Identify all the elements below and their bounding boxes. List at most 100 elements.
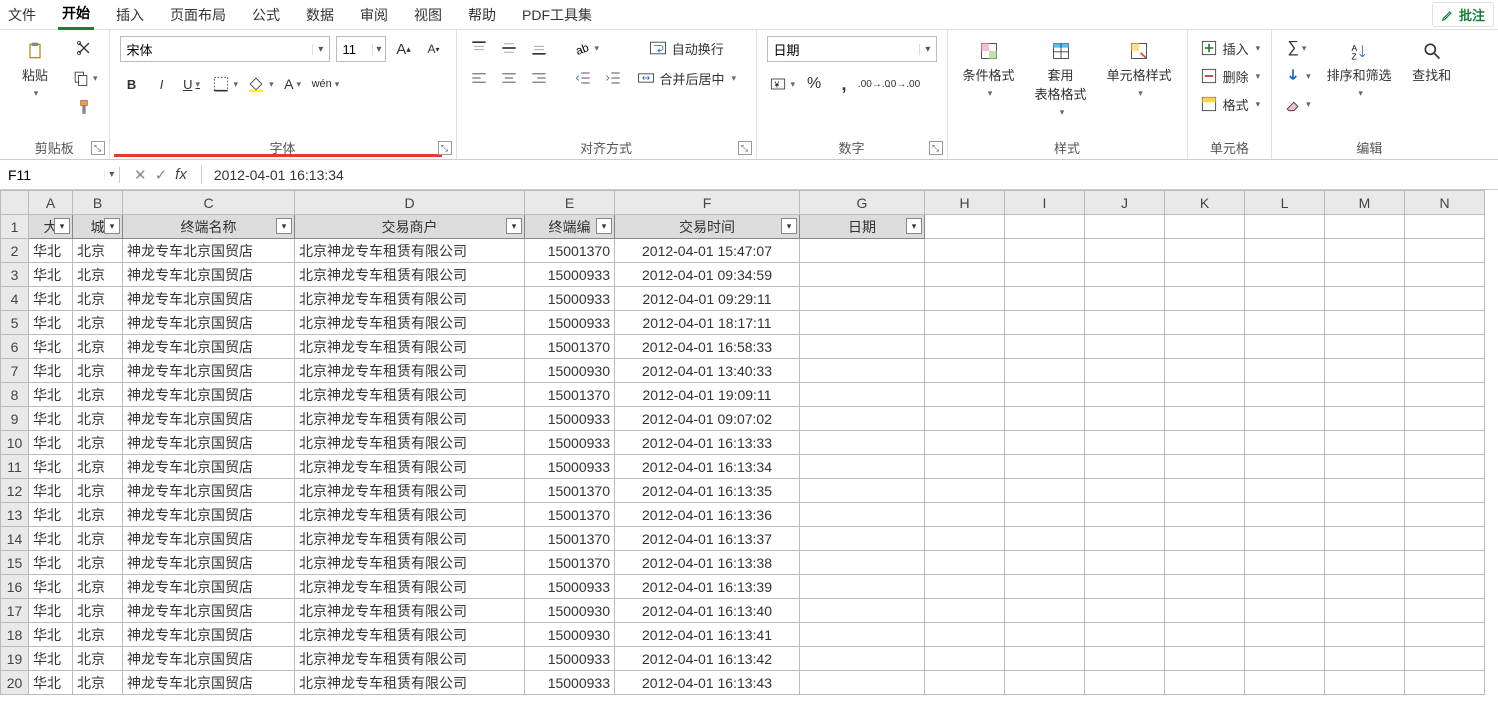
cell[interactable]: 15000933 [525,263,615,287]
cell[interactable]: 华北 [29,263,73,287]
cell[interactable]: 华北 [29,479,73,503]
cell[interactable]: 神龙专车北京国贸店 [123,335,295,359]
cell[interactable] [1325,551,1405,575]
cell[interactable] [1245,455,1325,479]
cell[interactable]: 2012-04-01 16:13:43 [615,671,800,695]
cell[interactable]: 15000933 [525,311,615,335]
cell[interactable]: 北京 [73,383,123,407]
cell[interactable]: 北京神龙专车租赁有限公司 [295,383,525,407]
cell[interactable]: 北京神龙专车租赁有限公司 [295,407,525,431]
col-header-I[interactable]: I [1005,191,1085,215]
cell[interactable]: 2012-04-01 09:34:59 [615,263,800,287]
clipboard-launcher[interactable]: ⤡ [91,141,105,155]
cell[interactable] [925,671,1005,695]
spreadsheet-grid[interactable]: ABCDEFGHIJKLMN1大▾城▾终端名称▾交易商户▾终端编▾交易时间▾日期… [0,190,1498,722]
menu-pdf[interactable]: PDF工具集 [518,1,596,29]
cell[interactable]: 神龙专车北京国贸店 [123,623,295,647]
cell[interactable] [1005,479,1085,503]
cell[interactable] [1245,431,1325,455]
cell[interactable] [1005,407,1085,431]
cell[interactable] [925,551,1005,575]
autosum-button[interactable]: ∑ [1282,36,1312,60]
cell[interactable] [1245,671,1325,695]
cell[interactable]: 北京 [73,431,123,455]
cell[interactable]: 北京 [73,311,123,335]
cell[interactable] [1405,551,1485,575]
table-format-button[interactable]: 套用 表格格式 [1030,36,1092,123]
cell[interactable] [800,263,925,287]
cell[interactable] [800,575,925,599]
cell[interactable] [1085,647,1165,671]
cell[interactable]: 神龙专车北京国贸店 [123,311,295,335]
cell[interactable] [1245,623,1325,647]
increase-indent-button[interactable] [601,66,625,90]
cell[interactable] [1165,407,1245,431]
cell[interactable] [1085,407,1165,431]
cell[interactable]: 15000933 [525,671,615,695]
cell[interactable]: 神龙专车北京国贸店 [123,599,295,623]
cell[interactable] [1245,575,1325,599]
cell[interactable]: 华北 [29,575,73,599]
cell[interactable] [925,431,1005,455]
chevron-down-icon[interactable]: ▾ [919,44,935,55]
col-header-N[interactable]: N [1405,191,1485,215]
cell[interactable]: 华北 [29,383,73,407]
cell[interactable] [1165,287,1245,311]
cell[interactable]: 北京 [73,575,123,599]
cell[interactable]: 华北 [29,287,73,311]
cell[interactable]: 神龙专车北京国贸店 [123,455,295,479]
cell[interactable] [1325,575,1405,599]
cell[interactable] [1405,359,1485,383]
cell[interactable]: 华北 [29,551,73,575]
cell[interactable] [1245,311,1325,335]
cell[interactable] [925,479,1005,503]
cell[interactable] [1245,287,1325,311]
cell[interactable]: 北京神龙专车租赁有限公司 [295,623,525,647]
cell[interactable]: 华北 [29,407,73,431]
align-middle-button[interactable] [497,36,521,60]
row-header-12[interactable]: 12 [1,479,29,503]
font-color-button[interactable]: A [281,72,305,96]
cell[interactable] [1165,503,1245,527]
cell[interactable]: 15001370 [525,239,615,263]
cell[interactable]: 2012-04-01 16:13:37 [615,527,800,551]
cell[interactable]: 华北 [29,239,73,263]
cell[interactable] [1405,215,1485,239]
cell[interactable] [925,263,1005,287]
col-header-J[interactable]: J [1085,191,1165,215]
cell[interactable] [800,287,925,311]
cell[interactable] [1085,431,1165,455]
cell[interactable] [800,383,925,407]
cell[interactable]: 华北 [29,455,73,479]
cell[interactable] [925,599,1005,623]
cell[interactable] [1085,287,1165,311]
cell[interactable]: 15001370 [525,503,615,527]
insert-cells-button[interactable]: 插入 [1198,36,1262,60]
align-left-button[interactable] [467,66,491,90]
cell[interactable] [1085,623,1165,647]
cell[interactable] [1245,527,1325,551]
cell[interactable] [1325,263,1405,287]
row-header-16[interactable]: 16 [1,575,29,599]
cell[interactable] [1085,383,1165,407]
cell[interactable] [1165,263,1245,287]
filter-button[interactable]: ▾ [54,218,70,234]
cell[interactable]: 北京神龙专车租赁有限公司 [295,671,525,695]
align-bottom-button[interactable] [527,36,551,60]
row-header-20[interactable]: 20 [1,671,29,695]
cell[interactable] [1405,671,1485,695]
cell[interactable]: 华北 [29,311,73,335]
cell[interactable] [925,383,1005,407]
cell[interactable] [800,431,925,455]
cell[interactable]: 北京 [73,335,123,359]
cell[interactable]: 2012-04-01 16:13:39 [615,575,800,599]
cell[interactable] [1165,671,1245,695]
decrease-decimal-button[interactable]: .0→.00 [892,72,916,96]
cell[interactable]: 北京神龙专车租赁有限公司 [295,503,525,527]
cell[interactable] [1165,479,1245,503]
cell[interactable] [1245,599,1325,623]
cell[interactable] [1085,263,1165,287]
cell[interactable] [1085,479,1165,503]
cell[interactable] [1005,503,1085,527]
cell[interactable] [1165,575,1245,599]
